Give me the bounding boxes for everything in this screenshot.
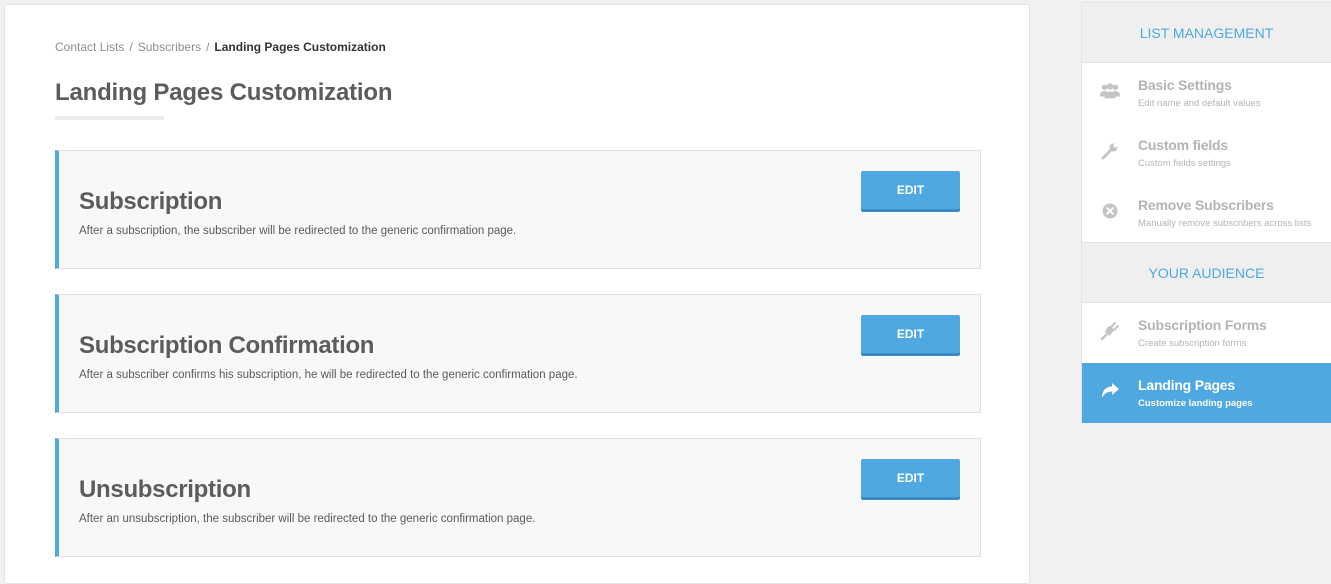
landing-card-unsubscription: Unsubscription After an unsubscription, … [55, 438, 981, 557]
your-audience-header: YOUR AUDIENCE [1082, 243, 1331, 303]
breadcrumb-contact-lists[interactable]: Contact Lists [55, 40, 124, 54]
sidebar-item-label: Basic Settings [1138, 77, 1232, 93]
breadcrumb: Contact Lists / Subscribers / Landing Pages … [55, 40, 386, 54]
card-title: Subscription Confirmation [79, 332, 375, 359]
users-icon [1100, 81, 1120, 101]
sidebar-item-label: Subscription Forms [1138, 317, 1267, 333]
sidebar-item-label: Landing Pages [1138, 377, 1235, 393]
sidebar-item-subscription-forms[interactable]: Subscription Forms Create subscription f… [1082, 303, 1331, 363]
share-arrow-icon [1100, 381, 1120, 401]
landing-card-subscription: Subscription After a subscription, the s… [55, 150, 981, 269]
card-title: Unsubscription [79, 476, 251, 503]
breadcrumb-current: Landing Pages Customization [214, 40, 386, 54]
card-description: After a subscriber confirms his subscrip… [79, 369, 578, 381]
sidebar-item-desc: Customize landing pages [1138, 398, 1253, 409]
sidebar-item-desc: Custom fields settings [1138, 158, 1231, 169]
breadcrumb-separator: / [129, 40, 133, 54]
remove-circle-icon [1100, 201, 1120, 221]
sidebar-item-custom-fields[interactable]: Custom fields Custom fields settings [1082, 123, 1331, 183]
card-description: After an unsubscription, the subscriber … [79, 513, 536, 525]
sidebar-item-basic-settings[interactable]: Basic Settings Edit name and default val… [1082, 63, 1331, 123]
sidebar-item-desc: Edit name and default values [1138, 98, 1261, 109]
sidebar-item-desc: Create subscription forms [1138, 338, 1247, 349]
sidebar-item-desc: Manually remove subscribers across lists [1138, 218, 1312, 229]
edit-unsubscription-button[interactable]: EDIT [861, 459, 960, 500]
landing-card-subscription-confirmation: Subscription Confirmation After a subscr… [55, 294, 981, 413]
breadcrumb-separator: / [206, 40, 210, 54]
plug-icon [1100, 321, 1120, 341]
page-title: Landing Pages Customization [55, 79, 393, 106]
sidebar: LIST MANAGEMENT Basic Settings Edit name… [1081, 2, 1331, 423]
breadcrumb-subscribers[interactable]: Subscribers [138, 40, 201, 54]
card-description: After a subscription, the subscriber wil… [79, 225, 517, 237]
main-panel: Contact Lists / Subscribers / Landing Pages … [4, 4, 1030, 584]
edit-subscription-button[interactable]: EDIT [861, 171, 960, 212]
sidebar-item-label: Remove Subscribers [1138, 197, 1274, 213]
sidebar-item-landing-pages[interactable]: Landing Pages Customize landing pages [1082, 363, 1331, 423]
sidebar-item-label: Custom fields [1138, 137, 1228, 153]
title-underline [55, 116, 164, 120]
card-title: Subscription [79, 188, 223, 215]
sidebar-item-remove-subscribers[interactable]: Remove Subscribers Manually remove subsc… [1082, 183, 1331, 243]
wrench-icon [1100, 141, 1120, 161]
list-management-header: LIST MANAGEMENT [1082, 3, 1331, 63]
edit-subscription-confirmation-button[interactable]: EDIT [861, 315, 960, 356]
